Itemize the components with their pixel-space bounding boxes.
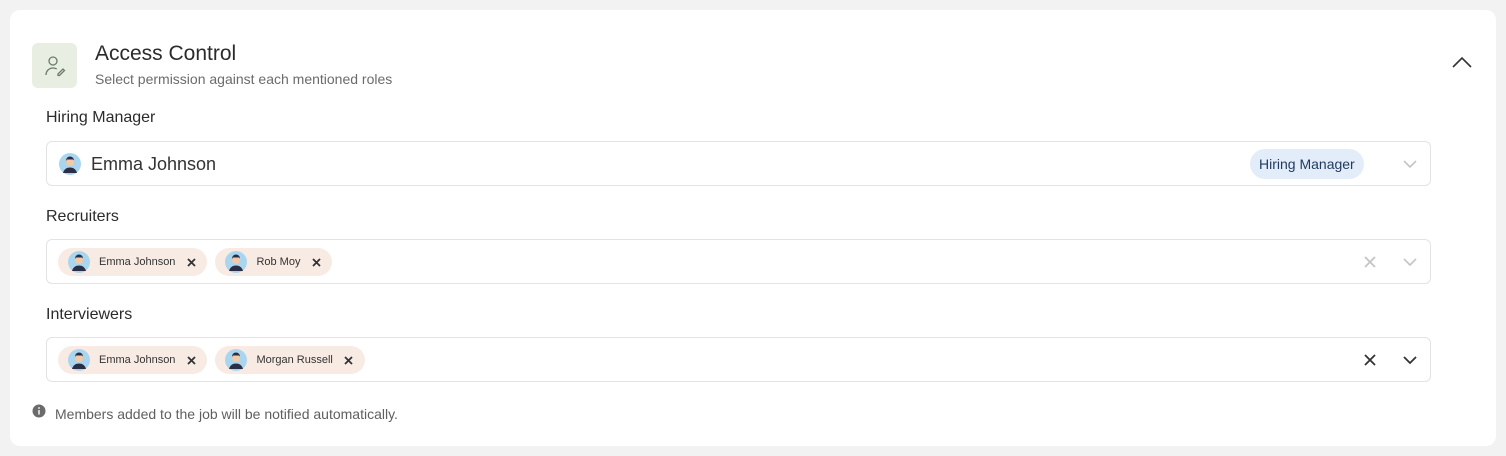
chip-name: Emma Johnson bbox=[99, 256, 176, 268]
page-subtitle: Select permission against each mentioned… bbox=[95, 71, 393, 87]
footnote: Members added to the job will be notifie… bbox=[32, 404, 398, 423]
interviewer-chip: Morgan Russell bbox=[215, 346, 365, 374]
remove-chip-icon[interactable] bbox=[310, 256, 322, 268]
page-title: Access Control bbox=[95, 42, 237, 65]
avatar bbox=[225, 349, 248, 371]
remove-chip-icon[interactable] bbox=[343, 354, 355, 366]
interviewers-label: Interviewers bbox=[46, 306, 133, 323]
avatar bbox=[59, 153, 81, 175]
chip-name: Rob Moy bbox=[256, 256, 301, 268]
selected-user-name: Emma Johnson bbox=[91, 153, 217, 174]
info-icon bbox=[32, 404, 46, 423]
remove-chip-icon[interactable] bbox=[185, 354, 197, 366]
avatar bbox=[68, 251, 90, 273]
avatar bbox=[68, 349, 90, 371]
chip-name: Morgan Russell bbox=[256, 354, 333, 366]
footnote-text: Members added to the job will be notifie… bbox=[55, 405, 398, 422]
hiring-manager-label: Hiring Manager bbox=[46, 109, 156, 126]
selected-user: Emma Johnson bbox=[59, 153, 216, 175]
chevron-down-icon[interactable] bbox=[1400, 154, 1420, 174]
recruiters-select[interactable]: Emma Johnson Rob Moy bbox=[46, 239, 1431, 284]
chevron-up-icon[interactable] bbox=[1450, 50, 1474, 74]
access-control-card: Access Control Select permission against… bbox=[10, 10, 1496, 446]
chip-name: Emma Johnson bbox=[99, 354, 176, 366]
chevron-down-icon[interactable] bbox=[1400, 350, 1420, 370]
recruiters-label: Recruiters bbox=[46, 208, 119, 225]
chevron-down-icon[interactable] bbox=[1400, 252, 1420, 272]
interviewer-chip: Emma Johnson bbox=[58, 346, 208, 374]
clear-all-icon[interactable] bbox=[1360, 350, 1380, 370]
user-edit-icon bbox=[32, 43, 77, 88]
recruiters-chip-list: Emma Johnson Rob Moy bbox=[58, 248, 333, 276]
recruiter-chip: Emma Johnson bbox=[58, 248, 208, 276]
avatar bbox=[225, 251, 248, 273]
clear-all-icon[interactable] bbox=[1360, 252, 1380, 272]
interviewers-select[interactable]: Emma Johnson Morgan Russell bbox=[46, 337, 1431, 382]
interviewers-chip-list: Emma Johnson Morgan Russell bbox=[58, 346, 365, 374]
hiring-manager-select[interactable]: Emma Johnson Hiring Manager bbox=[46, 141, 1431, 186]
remove-chip-icon[interactable] bbox=[185, 256, 197, 268]
role-badge: Hiring Manager bbox=[1250, 149, 1364, 179]
recruiter-chip: Rob Moy bbox=[215, 248, 333, 276]
